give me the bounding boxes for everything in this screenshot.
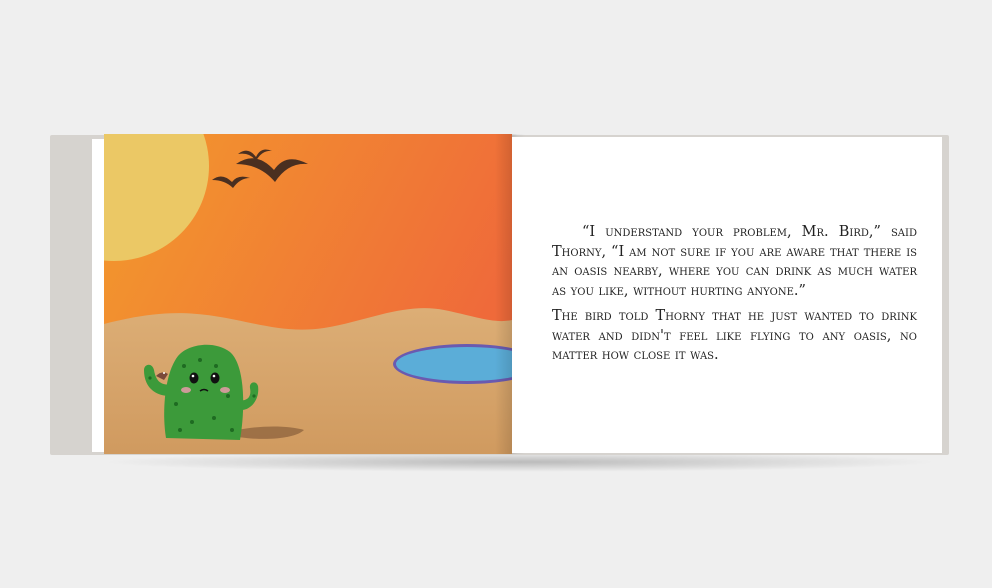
- desert-illustration: [104, 134, 512, 454]
- story-paragraph: The bird told Thorny that he just wanted…: [552, 308, 917, 363]
- story-text: “I understand your problem, Mr. Bird,” s…: [552, 223, 917, 372]
- cactus-eye: [210, 372, 220, 384]
- cactus-eye: [189, 372, 199, 384]
- illustration-page: [104, 134, 512, 454]
- cactus-cheek: [181, 387, 191, 393]
- cactus-cheek: [220, 387, 230, 393]
- text-page: “I understand your problem, Mr. Bird,” s…: [512, 137, 942, 453]
- book-mockup-scene: “I understand your problem, Mr. Bird,” s…: [0, 0, 992, 588]
- page-edge: [92, 139, 104, 452]
- story-paragraph: “I understand your problem, Mr. Bird,” s…: [552, 224, 917, 299]
- book-shadow: [100, 452, 940, 472]
